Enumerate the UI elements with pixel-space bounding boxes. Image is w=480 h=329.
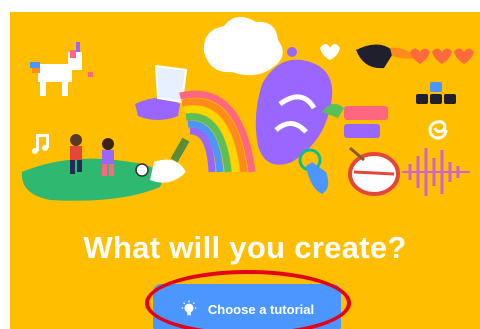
hero-headline: What will you create? (83, 230, 407, 265)
hero-panel: What will you create? Choose a tutorial (10, 12, 480, 329)
hero-illustration (21, 16, 474, 201)
hearts-icon (410, 48, 474, 64)
choose-tutorial-label: Choose a tutorial (207, 301, 315, 317)
paint-splash-icon (150, 137, 190, 183)
spiral-icon (428, 120, 448, 140)
heart-icon (320, 44, 340, 60)
tap-hand-icon (298, 148, 329, 194)
sound-wave-icon (402, 148, 470, 196)
choose-tutorial-button[interactable]: Choose a tutorial (153, 284, 341, 329)
music-notes-icon (32, 134, 49, 154)
purple-blob-icon (255, 59, 333, 165)
lightbulb-icon (181, 300, 197, 316)
arrow-keys-icon (416, 82, 456, 104)
sparkle-icon (88, 72, 93, 77)
planet-icon (287, 47, 297, 57)
drum-icon (348, 146, 400, 196)
rainbow-icon (179, 90, 256, 173)
code-blocks-icon (322, 103, 388, 138)
cloud-icon (203, 16, 283, 76)
page-frame: What will you create? Choose a tutorial (0, 0, 480, 329)
kids-playing-soccer-icon (70, 134, 149, 177)
toucan-icon (356, 44, 416, 69)
unicorn-icon (30, 42, 82, 96)
paint-bucket-icon (135, 64, 188, 120)
